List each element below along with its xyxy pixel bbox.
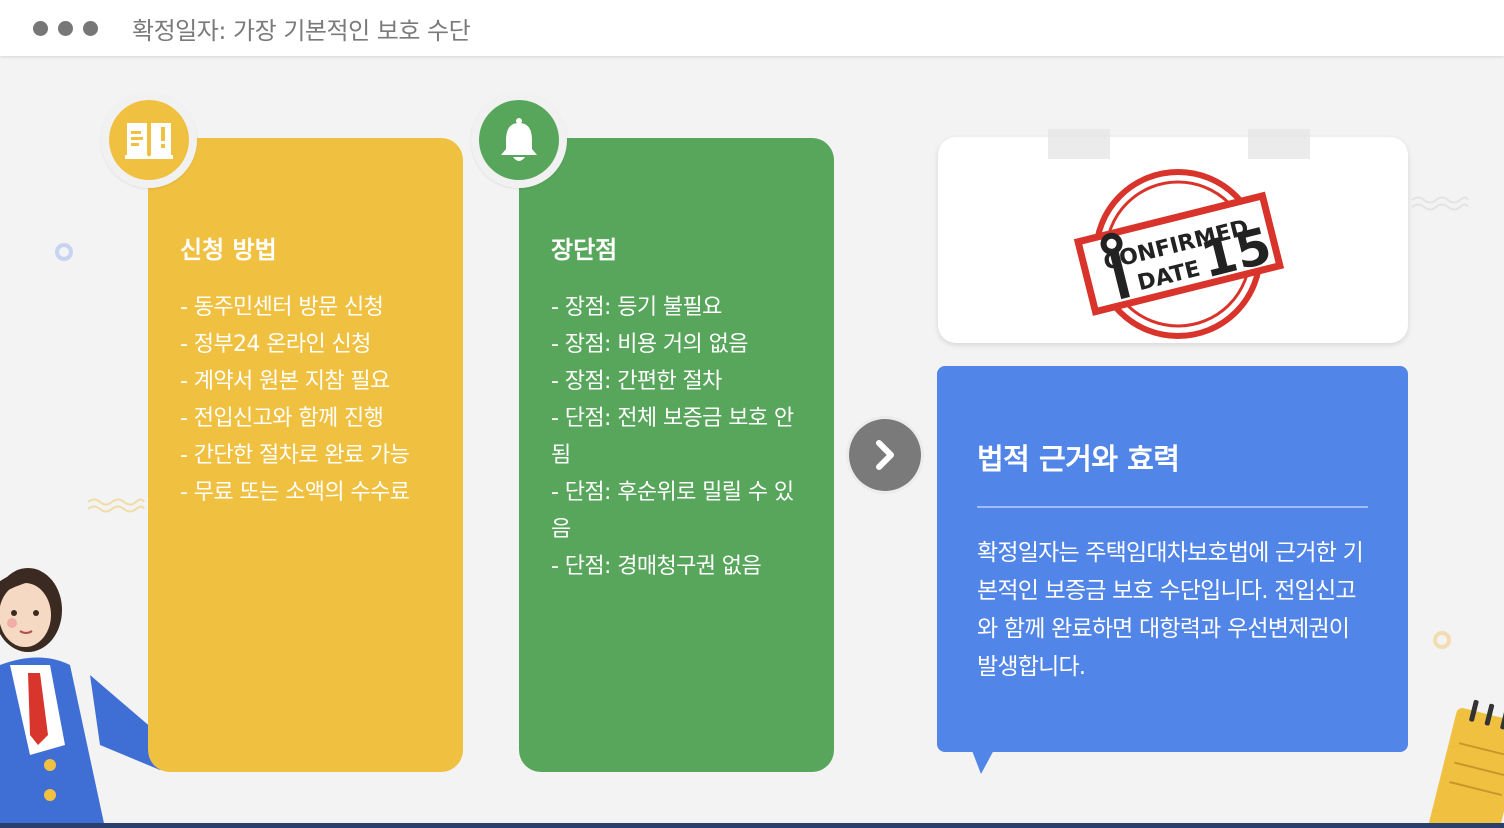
list-item: - 정부24 온라인 신청 [180,332,371,357]
window-dot-3[interactable] [83,20,98,36]
book-icon [125,123,173,159]
window-dot-2[interactable] [58,20,73,36]
legal-basis-card: 법적 근거와 효력 확정일자는 주택임대차보호법에 근거한 기본적인 보증금 보… [937,366,1408,752]
list-item: - 전입신고와 함께 진행 [180,406,384,431]
list-item: - 무료 또는 소액의 수수료 [180,480,410,505]
tape-right [1248,129,1310,159]
pros-cons-list: - 장점: 등기 불필요 - 장점: 비용 거의 없음 - 장점: 간편한 절차… [551,289,802,585]
divider [977,506,1368,508]
page-title: 확정일자: 가장 기본적인 보호 수단 [132,16,471,45]
list-item: - 간단한 절차로 완료 가능 [180,443,410,468]
decor-squiggle-left [87,498,145,513]
window-dot-1[interactable] [33,20,48,36]
list-item: - 장점: 등기 불필요 [551,295,722,320]
confirmed-date-stamp: CONFIRMED DATE 15 [1073,169,1285,339]
chevron-right-icon [876,440,894,470]
bell-badge [471,92,567,188]
speech-bubble-tail [971,748,995,774]
application-method-list: - 동주민센터 방문 신청 - 정부24 온라인 신청 - 계약서 원본 지참 … [180,289,431,511]
list-item: - 동주민센터 방문 신청 [180,295,384,320]
legal-basis-body: 확정일자는 주택임대차보호법에 근거한 기본적인 보증금 보호 수단입니다. 전… [977,540,1364,680]
decor-squiggle-right [1411,196,1469,211]
list-item: - 단점: 전체 보증금 보호 안됨 [551,406,794,468]
application-method-title: 신청 방법 [180,236,277,264]
legal-basis-title: 법적 근거와 효력 [977,442,1180,476]
tape-left [1048,129,1110,159]
pros-cons-title: 장단점 [551,236,618,264]
next-button[interactable] [849,419,921,491]
bell-icon [501,118,537,161]
list-item: - 계약서 원본 지참 필요 [180,369,390,394]
window-titlebar: 확정일자: 가장 기본적인 보호 수단 [0,0,1504,56]
decor-ring-left [55,243,73,261]
decor-ring-right [1433,631,1451,649]
list-item: - 장점: 간편한 절차 [551,369,722,394]
notepad-icon [1427,699,1504,828]
list-item: - 장점: 비용 거의 없음 [551,332,748,357]
application-method-card: 신청 방법 - 동주민센터 방문 신청 - 정부24 온라인 신청 - 계약서 … [148,138,463,772]
pros-cons-card: 장단점 - 장점: 등기 불필요 - 장점: 비용 거의 없음 - 장점: 간편… [519,138,834,772]
confirmed-date-stamp-card: CONFIRMED DATE 15 [938,129,1408,343]
list-item: - 단점: 후순위로 밀릴 수 있음 [551,480,794,542]
list-item: - 단점: 경매청구권 없음 [551,554,762,579]
book-badge [101,92,197,188]
window-controls [33,20,98,36]
bottom-border [0,823,1504,828]
